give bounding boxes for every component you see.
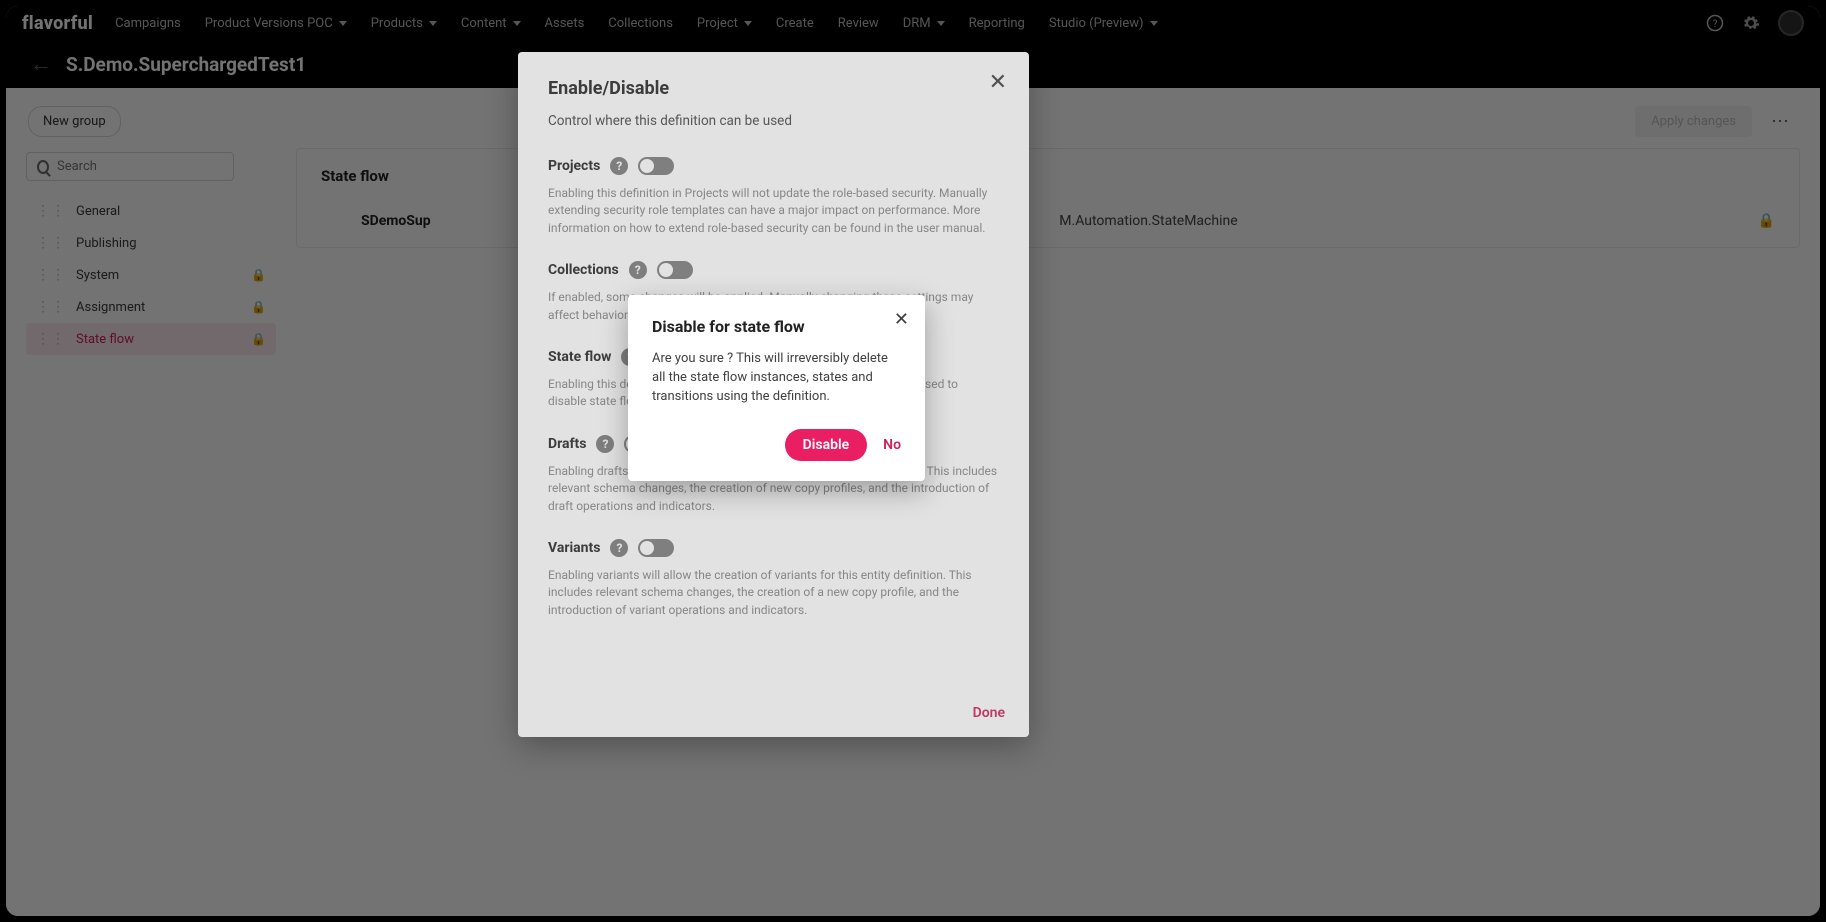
- disable-button[interactable]: Disable: [785, 429, 868, 461]
- toggle-collections[interactable]: [657, 261, 693, 279]
- help-icon[interactable]: ?: [596, 435, 614, 453]
- toggle-knob: [640, 159, 654, 173]
- toggle-knob: [640, 541, 654, 555]
- no-button[interactable]: No: [883, 437, 901, 453]
- setting-label: Drafts: [548, 436, 586, 452]
- help-icon[interactable]: ?: [610, 539, 628, 557]
- setting-head: Variants?: [548, 539, 999, 557]
- toggle-variants[interactable]: [638, 539, 674, 557]
- setting-description: Enabling variants will allow the creatio…: [548, 567, 999, 619]
- done-button[interactable]: Done: [973, 705, 1005, 721]
- confirm-actions: Disable No: [652, 429, 901, 461]
- setting-label: Collections: [548, 262, 619, 278]
- close-icon[interactable]: ✕: [989, 70, 1007, 95]
- close-icon[interactable]: ✕: [894, 309, 909, 330]
- modal-title: Enable/Disable: [548, 78, 999, 99]
- setting-projects: Projects? Enabling this definition in Pro…: [548, 157, 999, 237]
- help-icon[interactable]: ?: [629, 261, 647, 279]
- toggle-projects[interactable]: [638, 157, 674, 175]
- modal-subtitle: Control where this definition can be use…: [548, 113, 999, 129]
- setting-label: Variants: [548, 540, 600, 556]
- confirm-body: Are you sure ? This will irreversibly de…: [652, 350, 901, 407]
- setting-label: State flow: [548, 349, 611, 365]
- confirm-title: Disable for state flow: [652, 317, 901, 336]
- setting-description: Enabling this definition in Projects wil…: [548, 185, 999, 237]
- setting-head: Projects?: [548, 157, 999, 175]
- setting-head: Collections?: [548, 261, 999, 279]
- help-icon[interactable]: ?: [610, 157, 628, 175]
- setting-variants: Variants? Enabling variants will allow th…: [548, 539, 999, 619]
- toggle-knob: [659, 263, 673, 277]
- setting-label: Projects: [548, 158, 600, 174]
- confirm-disable-modal: ✕ Disable for state flow Are you sure ? …: [628, 295, 925, 481]
